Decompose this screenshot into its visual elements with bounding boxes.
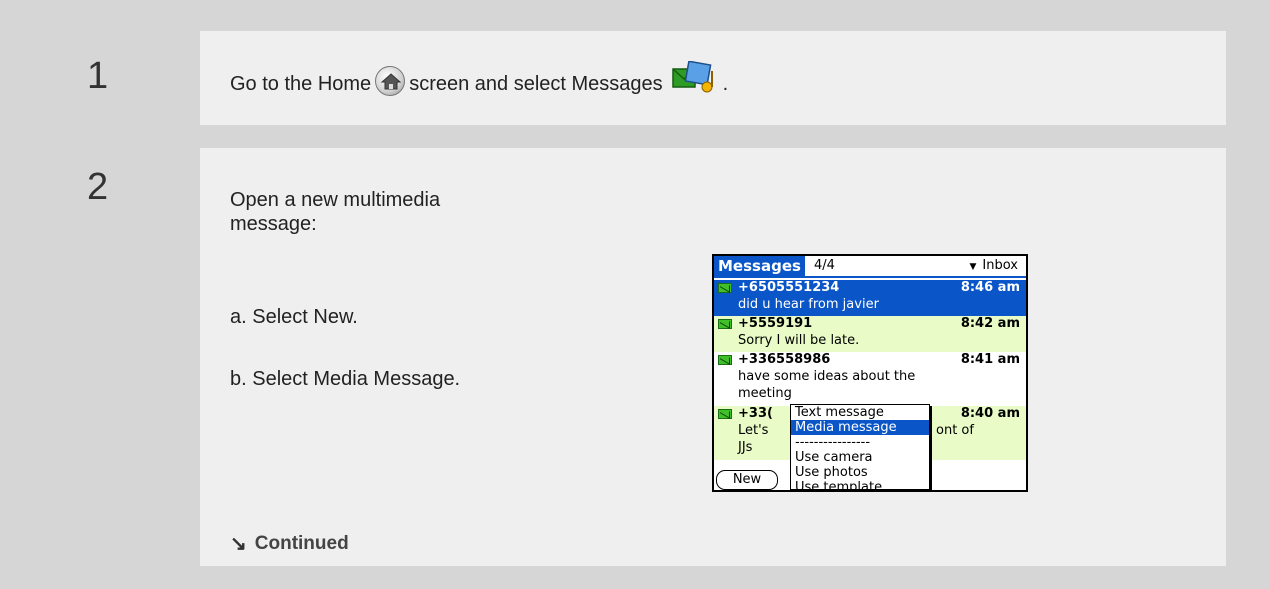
folder-dropdown[interactable]: Inbox [970, 258, 1018, 273]
new-button[interactable]: New [716, 470, 778, 490]
menu-item-use-photos[interactable]: Use photos [791, 465, 929, 480]
message-preview: Sorry I will be late. [738, 333, 860, 348]
substep-a: a. Select New. [230, 306, 358, 328]
message-sender: +6505551234 [738, 280, 840, 295]
continued-arrow-icon: ↘ [230, 533, 247, 555]
message-preview: have some ideas about the [738, 369, 916, 384]
step-1: 1 Go to the Home screen and select Messa… [43, 31, 1226, 125]
menu-separator: ---------------- [795, 435, 871, 450]
envelope-icon [718, 283, 732, 293]
message-sender: +5559191 [738, 316, 813, 331]
instruction-text: screen and select Messages [409, 72, 663, 95]
home-icon [375, 66, 406, 96]
app-title[interactable]: Messages [714, 256, 805, 276]
message-preview-right: ont of [936, 423, 974, 438]
step-body: Open a new multimedia message: a. Select… [200, 148, 1226, 566]
device-screenshot: Messages 4/4 Inbox +6505551234 8:46 am d… [712, 254, 1028, 492]
envelope-icon [718, 355, 732, 365]
message-time: 8:40 am [960, 406, 1020, 421]
instruction-text: Go to the Home [230, 72, 372, 95]
step-body: Go to the Home screen and select Message… [200, 31, 1226, 125]
step-number: 2 [87, 166, 109, 208]
step-number: 1 [87, 55, 109, 97]
instruction-text: . [722, 72, 729, 95]
message-row[interactable]: +336558986 8:41 am have some ideas about… [714, 352, 1026, 406]
message-preview: did u hear from javier [738, 297, 879, 312]
substep-b: b. Select Media Message. [230, 368, 461, 390]
message-time: 8:42 am [960, 316, 1020, 331]
step-1-instruction: Go to the Home screen and select Message… [230, 60, 729, 101]
continued-link[interactable]: ↘ Continued [230, 532, 349, 556]
message-count: 4/4 [814, 258, 835, 273]
title-underline [714, 276, 1026, 278]
step-2-intro: Open a new multimedia message: [230, 189, 441, 235]
message-row[interactable]: +6505551234 8:46 am did u hear from javi… [714, 280, 1026, 316]
message-sender: +336558986 [738, 352, 831, 367]
menu-item-text-message[interactable]: Text message [791, 405, 929, 420]
menu-item-media-message[interactable]: Media message [791, 420, 929, 435]
message-time: 8:41 am [960, 352, 1020, 367]
message-preview: Let's [738, 423, 769, 438]
menu-item-use-camera[interactable]: Use camera [791, 450, 929, 465]
message-preview-line2: meeting [738, 386, 792, 401]
message-preview-line2: JJs [738, 440, 753, 455]
continued-label: Continued [254, 533, 349, 554]
envelope-icon [718, 319, 732, 329]
message-time: 8:46 am [960, 280, 1020, 295]
step-2: 2 Open a new multimedia message: a. Sele… [43, 148, 1226, 566]
messages-app-icon [671, 60, 717, 95]
message-row[interactable]: +5559191 8:42 am Sorry I will be late. [714, 316, 1026, 352]
menu-item-use-template[interactable]: Use template [791, 480, 929, 490]
page-background: 1 Go to the Home screen and select Messa… [0, 0, 1270, 589]
step-number-cell: 1 [43, 31, 200, 125]
step-number-cell: 2 [43, 148, 200, 566]
message-sender: +33( [738, 406, 773, 421]
envelope-icon [718, 409, 732, 419]
new-message-menu: Text message Media message -------------… [790, 404, 930, 490]
